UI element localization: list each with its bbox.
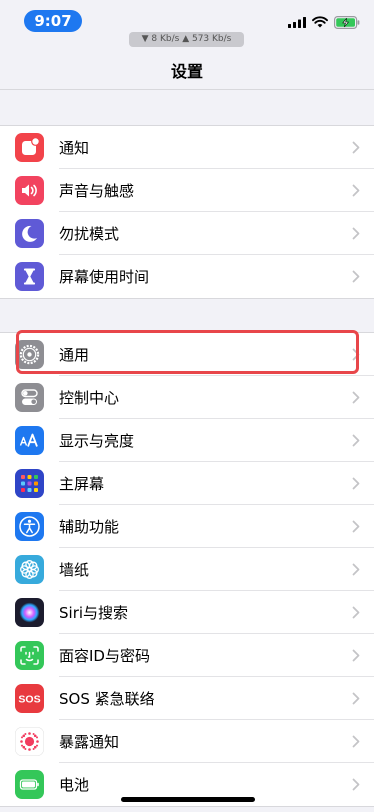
flower-icon <box>15 555 44 584</box>
row-label: 暴露通知 <box>59 733 120 751</box>
settings-row-notifications[interactable]: 通知 <box>0 126 374 169</box>
settings-row-control-center[interactable]: 控制中心 <box>0 376 374 419</box>
settings-row-display[interactable]: 显示与亮度 <box>0 419 374 462</box>
network-speed: ▼ 8 Kb/s ▲ 573 Kb/s <box>129 32 244 47</box>
row-label: SOS 紧急联络 <box>59 690 155 708</box>
settings-row-siri[interactable]: Siri与搜索 <box>0 591 374 634</box>
row-label: 通用 <box>59 346 90 364</box>
gear-icon <box>15 340 44 369</box>
chevron-right-icon <box>352 434 360 447</box>
row-label: 控制中心 <box>59 389 120 407</box>
row-label: 通知 <box>59 139 90 157</box>
page-title: 设置 <box>170 62 203 81</box>
settings-row-face-id[interactable]: 面容ID与密码 <box>0 634 374 677</box>
siri-icon <box>15 598 44 627</box>
row-label: 电池 <box>59 776 90 794</box>
settings-row-general[interactable]: 通用 <box>0 333 374 376</box>
row-label: 面容ID与密码 <box>59 647 150 665</box>
svg-text:SOS: SOS <box>18 694 40 706</box>
battery-charging-icon <box>334 15 360 29</box>
row-label: 声音与触感 <box>59 182 135 200</box>
wifi-icon <box>312 16 328 28</box>
face-id-icon <box>15 641 44 670</box>
toggles-icon <box>15 383 44 412</box>
chevron-right-icon <box>352 778 360 791</box>
chevron-right-icon <box>352 348 360 361</box>
settings-row-screen-time[interactable]: 屏幕使用时间 <box>0 255 374 298</box>
status-bar: 9:07 ▼ 8 Kb/s ▲ 573 Kb/s <box>0 0 374 47</box>
row-label: 屏幕使用时间 <box>59 268 150 286</box>
accessibility-icon <box>15 512 44 541</box>
chevron-right-icon <box>352 692 360 705</box>
status-icons <box>288 14 360 30</box>
settings-row-accessibility[interactable]: 辅助功能 <box>0 505 374 548</box>
sound-icon <box>15 176 44 205</box>
battery-icon <box>15 770 44 799</box>
settings-group-2: 通用 控制中心 显示与亮度 主屏幕 辅助功能 墙纸 Siri与搜索 面容ID与密… <box>0 332 374 807</box>
text-size-icon <box>15 426 44 455</box>
settings-row-wallpaper[interactable]: 墙纸 <box>0 548 374 591</box>
chevron-right-icon <box>352 563 360 576</box>
settings-row-home-screen[interactable]: 主屏幕 <box>0 462 374 505</box>
chevron-right-icon <box>352 477 360 490</box>
chevron-right-icon <box>352 184 360 197</box>
chevron-right-icon <box>352 391 360 404</box>
settings-row-do-not-disturb[interactable]: 勿扰模式 <box>0 212 374 255</box>
home-grid-icon <box>15 469 44 498</box>
header-divider <box>0 89 374 90</box>
row-label: 墙纸 <box>59 561 90 579</box>
cellular-signal-icon <box>288 16 306 28</box>
exposure-icon <box>15 727 44 756</box>
moon-icon <box>15 219 44 248</box>
notification-icon <box>15 133 44 162</box>
row-label: 显示与亮度 <box>59 432 135 450</box>
row-label: 勿扰模式 <box>59 225 120 243</box>
settings-group-1: 通知 声音与触感 勿扰模式 屏幕使用时间 <box>0 125 374 299</box>
chevron-right-icon <box>352 227 360 240</box>
chevron-right-icon <box>352 735 360 748</box>
row-label: 辅助功能 <box>59 518 120 536</box>
row-label: 主屏幕 <box>59 475 105 493</box>
chevron-right-icon <box>352 606 360 619</box>
row-label: Siri与搜索 <box>59 604 129 622</box>
home-indicator[interactable] <box>121 797 255 802</box>
settings-row-sounds[interactable]: 声音与触感 <box>0 169 374 212</box>
hourglass-icon <box>15 262 44 291</box>
chevron-right-icon <box>352 520 360 533</box>
status-time[interactable]: 9:07 <box>24 10 82 32</box>
settings-row-exposure-notifications[interactable]: 暴露通知 <box>0 720 374 763</box>
settings-row-emergency-sos[interactable]: SOS SOS 紧急联络 <box>0 677 374 720</box>
chevron-right-icon <box>352 270 360 283</box>
sos-icon: SOS <box>15 684 44 713</box>
chevron-right-icon <box>352 141 360 154</box>
chevron-right-icon <box>352 649 360 662</box>
